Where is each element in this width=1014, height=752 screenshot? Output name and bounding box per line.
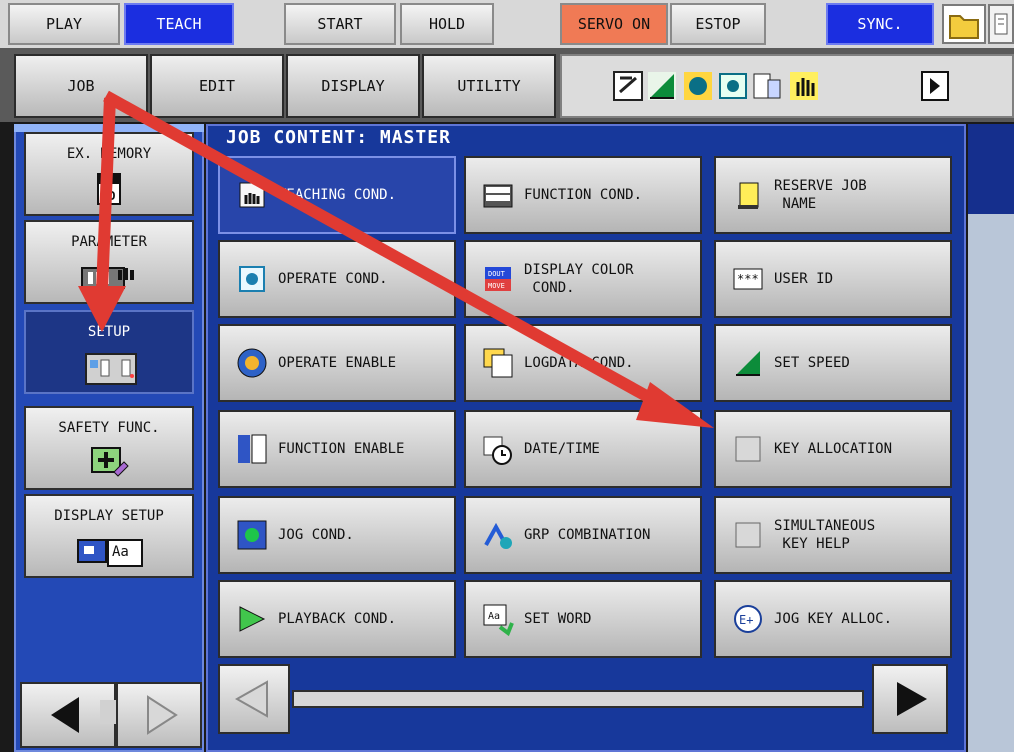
annotation-arrows: [78, 90, 714, 428]
arrow-to-setup: [78, 97, 126, 332]
arrow-to-key-allocation: [103, 90, 714, 428]
